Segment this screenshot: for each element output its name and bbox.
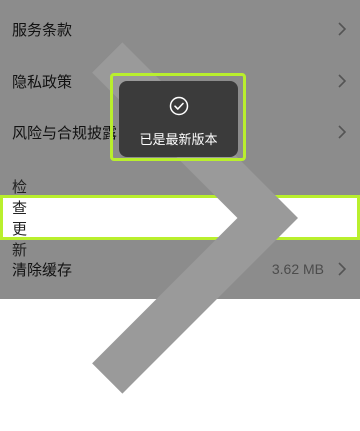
chevron-right-icon bbox=[92, 41, 299, 394]
toast: 已是最新版本 bbox=[119, 81, 238, 157]
settings-item-label: 检查更新 bbox=[12, 177, 28, 259]
check-circle-icon bbox=[169, 96, 188, 116]
toast-message: 已是最新版本 bbox=[139, 133, 218, 148]
settings-item-check-update[interactable]: 检查更新 bbox=[0, 41, 360, 394]
